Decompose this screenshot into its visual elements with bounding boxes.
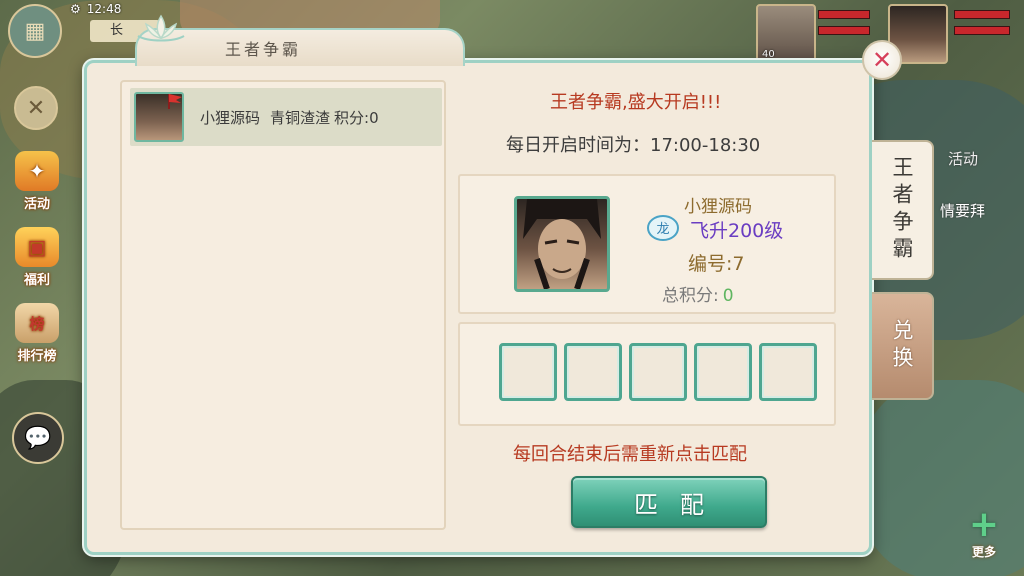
tab-label: 王者争霸 (890, 156, 914, 264)
side-button-activity[interactable]: ✦ 活动 (8, 150, 66, 212)
side-button-ranking[interactable]: 榜 排行榜 (8, 302, 66, 364)
dialog-title: 王者争霸 (225, 40, 302, 59)
red-flag-icon (168, 94, 182, 109)
side-button-welfare[interactable]: ▣ 福利 (8, 226, 66, 288)
close-button[interactable]: ✕ (862, 40, 902, 80)
close-icon: ✕ (871, 46, 893, 74)
total-score-label: 总积分: (662, 286, 719, 306)
match-slot[interactable] (629, 343, 687, 401)
gift-pouch-icon: ✦ (15, 151, 59, 191)
open-time-text: 每日开启时间为：17:00-18:30 (506, 135, 761, 156)
chat-button[interactable]: 💬 (12, 412, 64, 464)
ranking-scroll-icon: 榜 (15, 303, 59, 343)
contestant-rank: 青铜渣渣 (270, 108, 331, 127)
tab-exchange[interactable]: 兑换 (872, 292, 934, 400)
side-button-label: 福利 (23, 273, 50, 288)
close-x-icon: ✕ (26, 95, 46, 121)
player-level: 飞升200级 (690, 220, 784, 242)
dragon-badge-icon: 龙 (646, 214, 680, 242)
side-button-label: 活动 (23, 197, 50, 212)
gift-box-icon: ▣ (15, 227, 59, 267)
ranking-badge-text: 榜 (29, 314, 45, 333)
match-button[interactable]: 匹配 (571, 476, 767, 528)
event-headline: 王者争霸,盛大开启!!! (550, 92, 722, 113)
total-score-value: 0 (722, 286, 734, 306)
player-name: 小狸源码 (684, 197, 752, 217)
tab-label: 兑换 (890, 319, 914, 373)
more-label: 更多 (971, 545, 996, 559)
contestant-avatar (134, 92, 184, 142)
hero-hp-bar (954, 10, 1010, 19)
map-button[interactable]: ▦ (8, 4, 62, 58)
pet-mp-bar (818, 26, 870, 35)
player-number: 编号:7 (688, 253, 745, 275)
match-slot[interactable] (694, 343, 752, 401)
list-item[interactable]: 小狸源码 青铜渣渣 积分:0 (130, 88, 442, 146)
hero-face-icon (523, 199, 601, 289)
lotus-ornament-icon (137, 14, 185, 42)
rematch-notice: 每回合结束后需重新点击匹配 (513, 444, 747, 465)
party-avatar-pet[interactable]: 40 (756, 4, 816, 64)
plus-icon: + (968, 504, 1000, 545)
chat-bubble-icon: 💬 (24, 425, 52, 451)
location-text: 长 (110, 23, 124, 38)
more-button[interactable]: + 更多 (954, 498, 1014, 560)
background-activity-text: 活动 (948, 150, 979, 168)
contestant-list-panel: 小狸源码 青铜渣渣 积分:0 (120, 80, 446, 530)
clock-text: 12:48 (86, 2, 122, 16)
contestant-name: 小狸源码 (200, 108, 261, 127)
gear-icon: ⚙ (70, 2, 81, 16)
match-slot[interactable] (499, 343, 557, 401)
background-side-text: 情要拜 (940, 202, 986, 220)
match-slot[interactable] (564, 343, 622, 401)
collapse-button[interactable]: ✕ (14, 86, 58, 130)
pet-hp-bar (818, 10, 870, 19)
map-icon: ▦ (24, 18, 46, 44)
pet-level-text: 40 (762, 49, 775, 60)
total-score: 总积分: 0 (662, 281, 734, 306)
match-button-label: 匹配 (634, 490, 726, 519)
side-button-label: 排行榜 (17, 349, 57, 364)
match-slot[interactable] (759, 343, 817, 401)
contestant-score: 积分:0 (334, 108, 379, 127)
player-portrait (514, 196, 610, 292)
dragon-badge-text: 龙 (656, 222, 669, 237)
tab-kings-contest[interactable]: 王者争霸 (872, 140, 934, 280)
hero-mp-bar (954, 26, 1010, 35)
contestant-info: 小狸源码 青铜渣渣 积分:0 (200, 107, 379, 128)
